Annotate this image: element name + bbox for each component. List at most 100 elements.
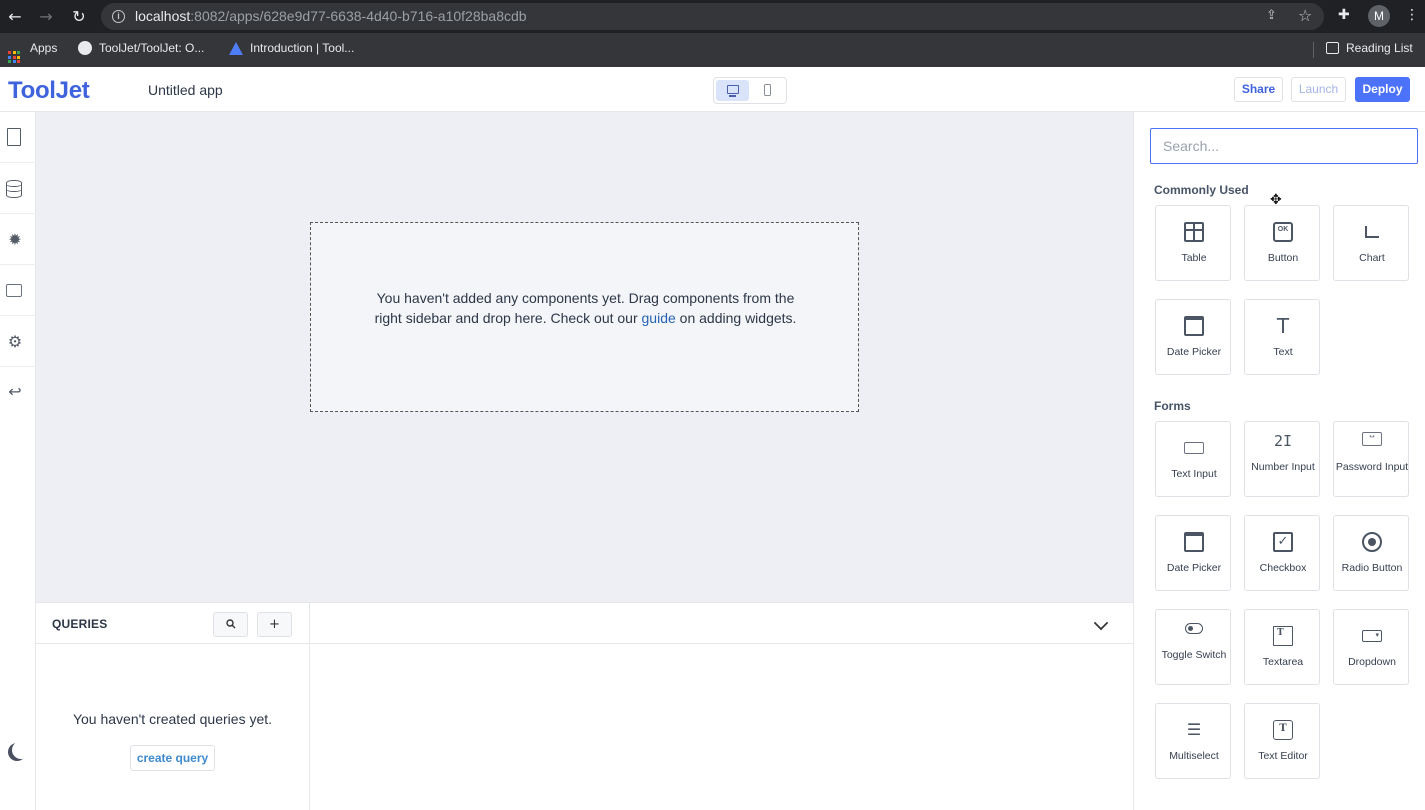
sidebar-item-comments[interactable] bbox=[0, 265, 36, 316]
bookmark-label: Introduction | Tool... bbox=[250, 41, 355, 55]
widget-card-checkbox[interactable]: ✓ Checkbox bbox=[1244, 515, 1320, 591]
chart-icon bbox=[1365, 226, 1379, 238]
desktop-layout-button[interactable] bbox=[716, 80, 749, 101]
dropdown-icon: ▾ bbox=[1362, 630, 1382, 642]
widget-card-text-editor[interactable]: T Text Editor bbox=[1244, 703, 1320, 779]
left-sidebar: ✹ ⚙ ↩ bbox=[0, 112, 36, 810]
bookmark-tooljet-docs[interactable]: Introduction | Tool... bbox=[229, 41, 354, 55]
extensions-icon[interactable]: ✚ bbox=[1338, 7, 1354, 23]
dark-mode-icon[interactable] bbox=[12, 741, 30, 759]
queries-header: QUERIES + bbox=[36, 603, 1133, 644]
add-query-button[interactable]: + bbox=[257, 612, 292, 637]
sidebar-item-back[interactable]: ↩ bbox=[0, 367, 36, 418]
bookmark-tooljet-github[interactable]: ToolJet/ToolJet: O... bbox=[78, 41, 204, 55]
widget-label: Number Input bbox=[1251, 461, 1315, 473]
checkbox-icon: ✓ bbox=[1273, 532, 1293, 552]
reading-list-label: Reading List bbox=[1346, 41, 1413, 55]
widget-card-dropdown[interactable]: ▾ Dropdown bbox=[1333, 609, 1409, 685]
comment-icon bbox=[6, 284, 22, 297]
widget-card-button[interactable]: OK Button bbox=[1244, 205, 1320, 281]
widget-label: Date Picker bbox=[1166, 562, 1222, 574]
json-inspector-icon bbox=[7, 128, 21, 146]
widget-card-textarea[interactable]: T Textarea bbox=[1244, 609, 1320, 685]
site-info-icon[interactable]: i bbox=[112, 10, 125, 23]
url-text[interactable]: localhost:8082/apps/628e9d77-6638-4d40-b… bbox=[135, 8, 527, 24]
reading-list-icon bbox=[1326, 42, 1339, 54]
bookmark-label: Apps bbox=[30, 41, 58, 55]
component-search-input[interactable] bbox=[1150, 128, 1418, 164]
canvas-dropzone[interactable]: You haven't added any components yet. Dr… bbox=[310, 222, 859, 412]
url-host: localhost bbox=[135, 8, 191, 24]
apps-grid-icon bbox=[8, 51, 20, 63]
queries-empty-message: You haven't created queries yet. bbox=[72, 711, 273, 727]
bug-icon: ✹ bbox=[8, 230, 22, 249]
mobile-layout-button[interactable] bbox=[752, 80, 785, 101]
radio-icon bbox=[1362, 532, 1382, 552]
chevron-down-icon[interactable] bbox=[1093, 615, 1109, 631]
widget-card-chart[interactable]: Chart bbox=[1333, 205, 1409, 281]
browser-menu-icon[interactable]: ⋮ bbox=[1405, 7, 1419, 23]
editor-canvas[interactable]: You haven't added any components yet. Dr… bbox=[36, 112, 1133, 602]
browser-toolbar: ← → ↻ i localhost:8082/apps/628e9d77-663… bbox=[0, 0, 1425, 33]
text-editor-icon: T bbox=[1273, 720, 1293, 740]
reading-list[interactable]: Reading List bbox=[1326, 41, 1413, 55]
back-icon[interactable]: ← bbox=[6, 8, 24, 26]
queries-divider bbox=[309, 603, 310, 810]
app-name[interactable]: Untitled app bbox=[148, 82, 223, 98]
widget-label: Text Editor bbox=[1258, 750, 1308, 762]
desktop-icon bbox=[727, 85, 739, 97]
bookmark-star-icon[interactable]: ☆ bbox=[1298, 6, 1312, 25]
sidebar-item-debugger[interactable]: ✹ bbox=[0, 214, 36, 265]
sidebar-item-inspector[interactable] bbox=[0, 112, 36, 163]
widget-label: Chart bbox=[1359, 252, 1385, 264]
widget-label: Dropdown bbox=[1348, 656, 1396, 668]
search-queries-button[interactable] bbox=[213, 612, 248, 637]
widget-card-date-picker[interactable]: Date Picker bbox=[1155, 299, 1231, 375]
widget-card-date-picker-form[interactable]: Date Picker bbox=[1155, 515, 1231, 591]
widget-card-text[interactable]: T Text bbox=[1244, 299, 1320, 375]
sidebar-item-datasources[interactable] bbox=[0, 163, 36, 214]
deploy-button[interactable]: Deploy bbox=[1355, 77, 1410, 102]
search-icon bbox=[225, 619, 235, 629]
widget-card-password-input[interactable]: ** Password Input bbox=[1333, 421, 1409, 497]
create-query-button[interactable]: create query bbox=[130, 745, 215, 771]
share-button[interactable]: Share bbox=[1234, 77, 1283, 102]
widget-label: Text Input bbox=[1171, 468, 1217, 480]
gear-icon: ⚙ bbox=[7, 332, 23, 351]
widget-label: Text bbox=[1273, 346, 1293, 358]
share-page-icon[interactable]: ⇪ bbox=[1266, 8, 1277, 23]
textarea-icon: T bbox=[1273, 626, 1293, 646]
bookmark-apps[interactable]: Apps bbox=[8, 41, 57, 63]
launch-button[interactable]: Launch bbox=[1291, 77, 1346, 102]
forward-icon[interactable]: → bbox=[37, 8, 55, 26]
widget-card-text-input[interactable]: Text Input bbox=[1155, 421, 1231, 497]
empty-canvas-text-end: on adding widgets. bbox=[675, 310, 797, 326]
guide-link[interactable]: guide bbox=[642, 310, 676, 326]
tooljet-logo[interactable]: ToolJet bbox=[8, 77, 90, 105]
bookmarks-bar: Apps ToolJet/ToolJet: O... Introduction … bbox=[0, 33, 1425, 67]
button-icon: OK bbox=[1273, 222, 1293, 242]
bookmarks-divider bbox=[1313, 42, 1314, 58]
widget-label: Multiselect bbox=[1169, 750, 1219, 762]
database-icon bbox=[6, 180, 22, 198]
widget-label: Button bbox=[1267, 252, 1299, 264]
widget-card-number-input[interactable]: 2I Number Input bbox=[1244, 421, 1320, 497]
text-input-icon bbox=[1184, 442, 1204, 454]
app-header: ToolJet Untitled app Share Launch Deploy bbox=[0, 67, 1425, 112]
widget-label: Checkbox bbox=[1259, 562, 1307, 574]
sidebar-item-settings[interactable]: ⚙ bbox=[0, 316, 36, 367]
address-bar[interactable]: i localhost:8082/apps/628e9d77-6638-4d40… bbox=[101, 3, 1324, 30]
widget-label: Password Input bbox=[1335, 461, 1409, 473]
widget-manager: Commonly Used ✥ Table OK Button Chart Da… bbox=[1133, 112, 1425, 810]
widget-card-radio-button[interactable]: Radio Button bbox=[1333, 515, 1409, 591]
profile-avatar[interactable]: M bbox=[1368, 5, 1390, 27]
widget-card-multiselect[interactable]: ☰ Multiselect bbox=[1155, 703, 1231, 779]
mobile-icon bbox=[764, 84, 771, 96]
reload-icon[interactable]: ↻ bbox=[70, 8, 88, 26]
widget-label: Table bbox=[1181, 252, 1207, 264]
calendar-icon bbox=[1184, 316, 1204, 336]
url-path: :8082/apps/628e9d77-6638-4d40-b716-a10f2… bbox=[190, 8, 527, 24]
table-icon bbox=[1184, 222, 1204, 242]
widget-card-toggle-switch[interactable]: Toggle Switch bbox=[1155, 609, 1231, 685]
widget-card-table[interactable]: Table bbox=[1155, 205, 1231, 281]
